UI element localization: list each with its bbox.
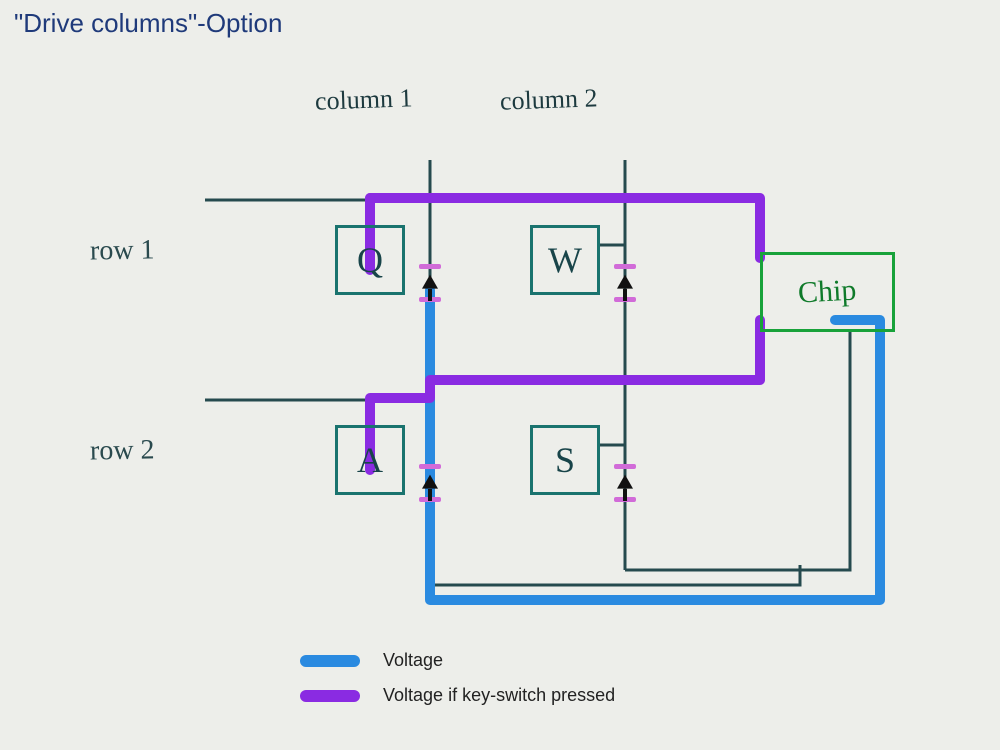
key-s-label: S [555,439,575,481]
chip-box: Chip [760,252,895,332]
legend-row-voltage-pressed: Voltage if key-switch pressed [300,685,615,706]
diagram-canvas: "Drive columns"-Option column 1 column 2… [0,0,1000,750]
diode-icon [614,268,636,298]
diode-icon [614,468,636,498]
key-w: W [530,225,600,295]
key-q-label: Q [357,239,383,281]
chip-label: Chip [797,273,857,310]
diode-icon [419,268,441,298]
legend-swatch-voltage-pressed [300,690,360,702]
label-row-2: row 2 [90,434,155,467]
label-column-2: column 2 [500,83,598,116]
legend-label-voltage-pressed: Voltage if key-switch pressed [383,685,615,705]
diode-icon [419,468,441,498]
legend-label-voltage: Voltage [383,650,443,670]
legend: Voltage Voltage if key-switch pressed [300,650,615,720]
label-row-1: row 1 [90,234,155,267]
key-q: Q [335,225,405,295]
legend-row-voltage: Voltage [300,650,615,671]
key-w-label: W [548,239,582,281]
key-a: A [335,425,405,495]
label-column-1: column 1 [315,83,413,116]
key-s: S [530,425,600,495]
key-a-label: A [357,439,383,481]
page-title: "Drive columns"-Option [14,8,282,39]
legend-swatch-voltage [300,655,360,667]
